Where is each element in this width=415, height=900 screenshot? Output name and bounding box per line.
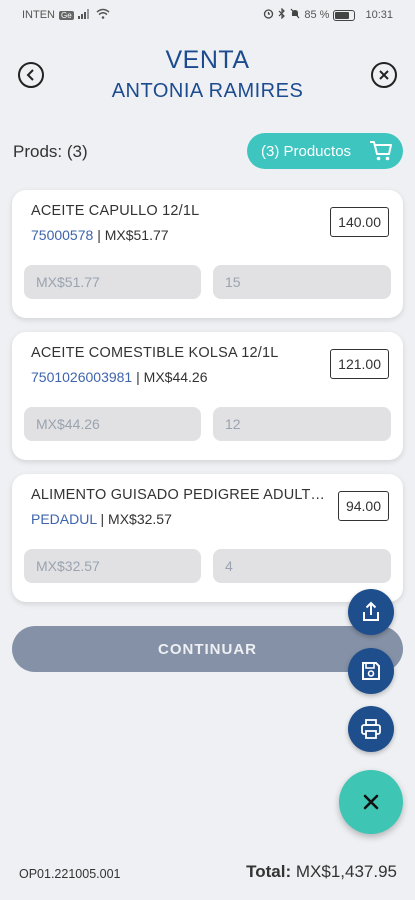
status-bar: INTEN Ge 85 % 10:31 [0, 0, 415, 30]
back-button[interactable] [18, 62, 44, 88]
products-button-label: (3) Productos [261, 142, 352, 160]
network-badge: Ge [59, 10, 74, 20]
save-icon [362, 662, 380, 680]
share-button[interactable] [348, 589, 394, 635]
product-total: 121.00 [330, 349, 389, 379]
product-card[interactable]: ALIMENTO GUISADO PEDIGREE ADULTO... PEDA… [12, 474, 403, 602]
quantity-input[interactable]: 12 [213, 407, 391, 441]
total-value: MX$1,437.95 [295, 862, 397, 881]
product-code-line: 75000578 | MX$51.77 [31, 227, 169, 243]
product-code: 75000578 [31, 227, 94, 243]
mute-icon [290, 8, 300, 22]
separator: | [97, 227, 101, 243]
products-button[interactable]: (3) Productos [247, 133, 403, 169]
price-input[interactable]: MX$44.26 [24, 407, 201, 441]
order-total: Total: MX$1,437.95 [246, 862, 397, 882]
continue-button[interactable]: CONTINUAR [12, 626, 403, 672]
close-icon [363, 794, 379, 810]
product-code: PEDADUL [31, 511, 97, 527]
product-name: ALIMENTO GUISADO PEDIGREE ADULTO... [31, 487, 331, 503]
close-menu-button[interactable] [339, 770, 403, 834]
save-button[interactable] [348, 648, 394, 694]
battery-percent: 85 % [304, 9, 330, 21]
product-name: ACEITE COMESTIBLE KOLSA 12/1L [31, 345, 279, 361]
total-label: Total: [246, 862, 292, 881]
product-code-line: 7501026003981 | MX$44.26 [31, 369, 207, 385]
prods-count-label: Prods: (3) [13, 142, 88, 161]
separator: | [136, 369, 140, 385]
carrier-label: INTEN [22, 9, 55, 21]
product-unit-price: MX$51.77 [104, 227, 169, 243]
product-total: 94.00 [337, 491, 389, 521]
separator: | [100, 511, 105, 527]
page-title: VENTA [165, 46, 250, 74]
product-name: ACEITE CAPULLO 12/1L [31, 203, 200, 219]
customer-name: ANTONIA RAMIRES [111, 80, 304, 102]
product-code-line: PEDADUL | MX$32.57 [31, 511, 172, 527]
product-card[interactable]: ACEITE COMESTIBLE KOLSA 12/1L 7501026003… [12, 332, 403, 460]
chevron-left-icon [26, 69, 34, 81]
price-input[interactable]: MX$51.77 [24, 265, 201, 299]
price-input[interactable]: MX$32.57 [24, 549, 201, 583]
quantity-input[interactable]: 4 [213, 549, 391, 583]
build-code: OP01.221005.001 [19, 867, 121, 881]
print-icon [361, 719, 381, 739]
clock-time: 10:31 [365, 9, 393, 21]
alarm-icon [263, 8, 274, 22]
header: VENTA ANTONIA RAMIRES [0, 40, 415, 110]
cart-icon [370, 141, 393, 161]
product-unit-price: MX$44.26 [143, 369, 208, 385]
wifi-icon [96, 8, 110, 22]
bluetooth-icon [278, 7, 286, 22]
product-total: 140.00 [330, 207, 389, 237]
product-unit-price: MX$32.57 [108, 511, 172, 527]
battery-icon [333, 9, 356, 21]
quantity-input[interactable]: 15 [213, 265, 391, 299]
product-card[interactable]: ACEITE CAPULLO 12/1L 75000578 | MX$51.77… [12, 190, 403, 318]
print-button[interactable] [348, 706, 394, 752]
product-code: 7501026003981 [31, 369, 133, 385]
close-icon [379, 70, 389, 80]
share-icon [363, 601, 379, 621]
signal-icon [77, 8, 92, 22]
close-button[interactable] [371, 62, 397, 88]
